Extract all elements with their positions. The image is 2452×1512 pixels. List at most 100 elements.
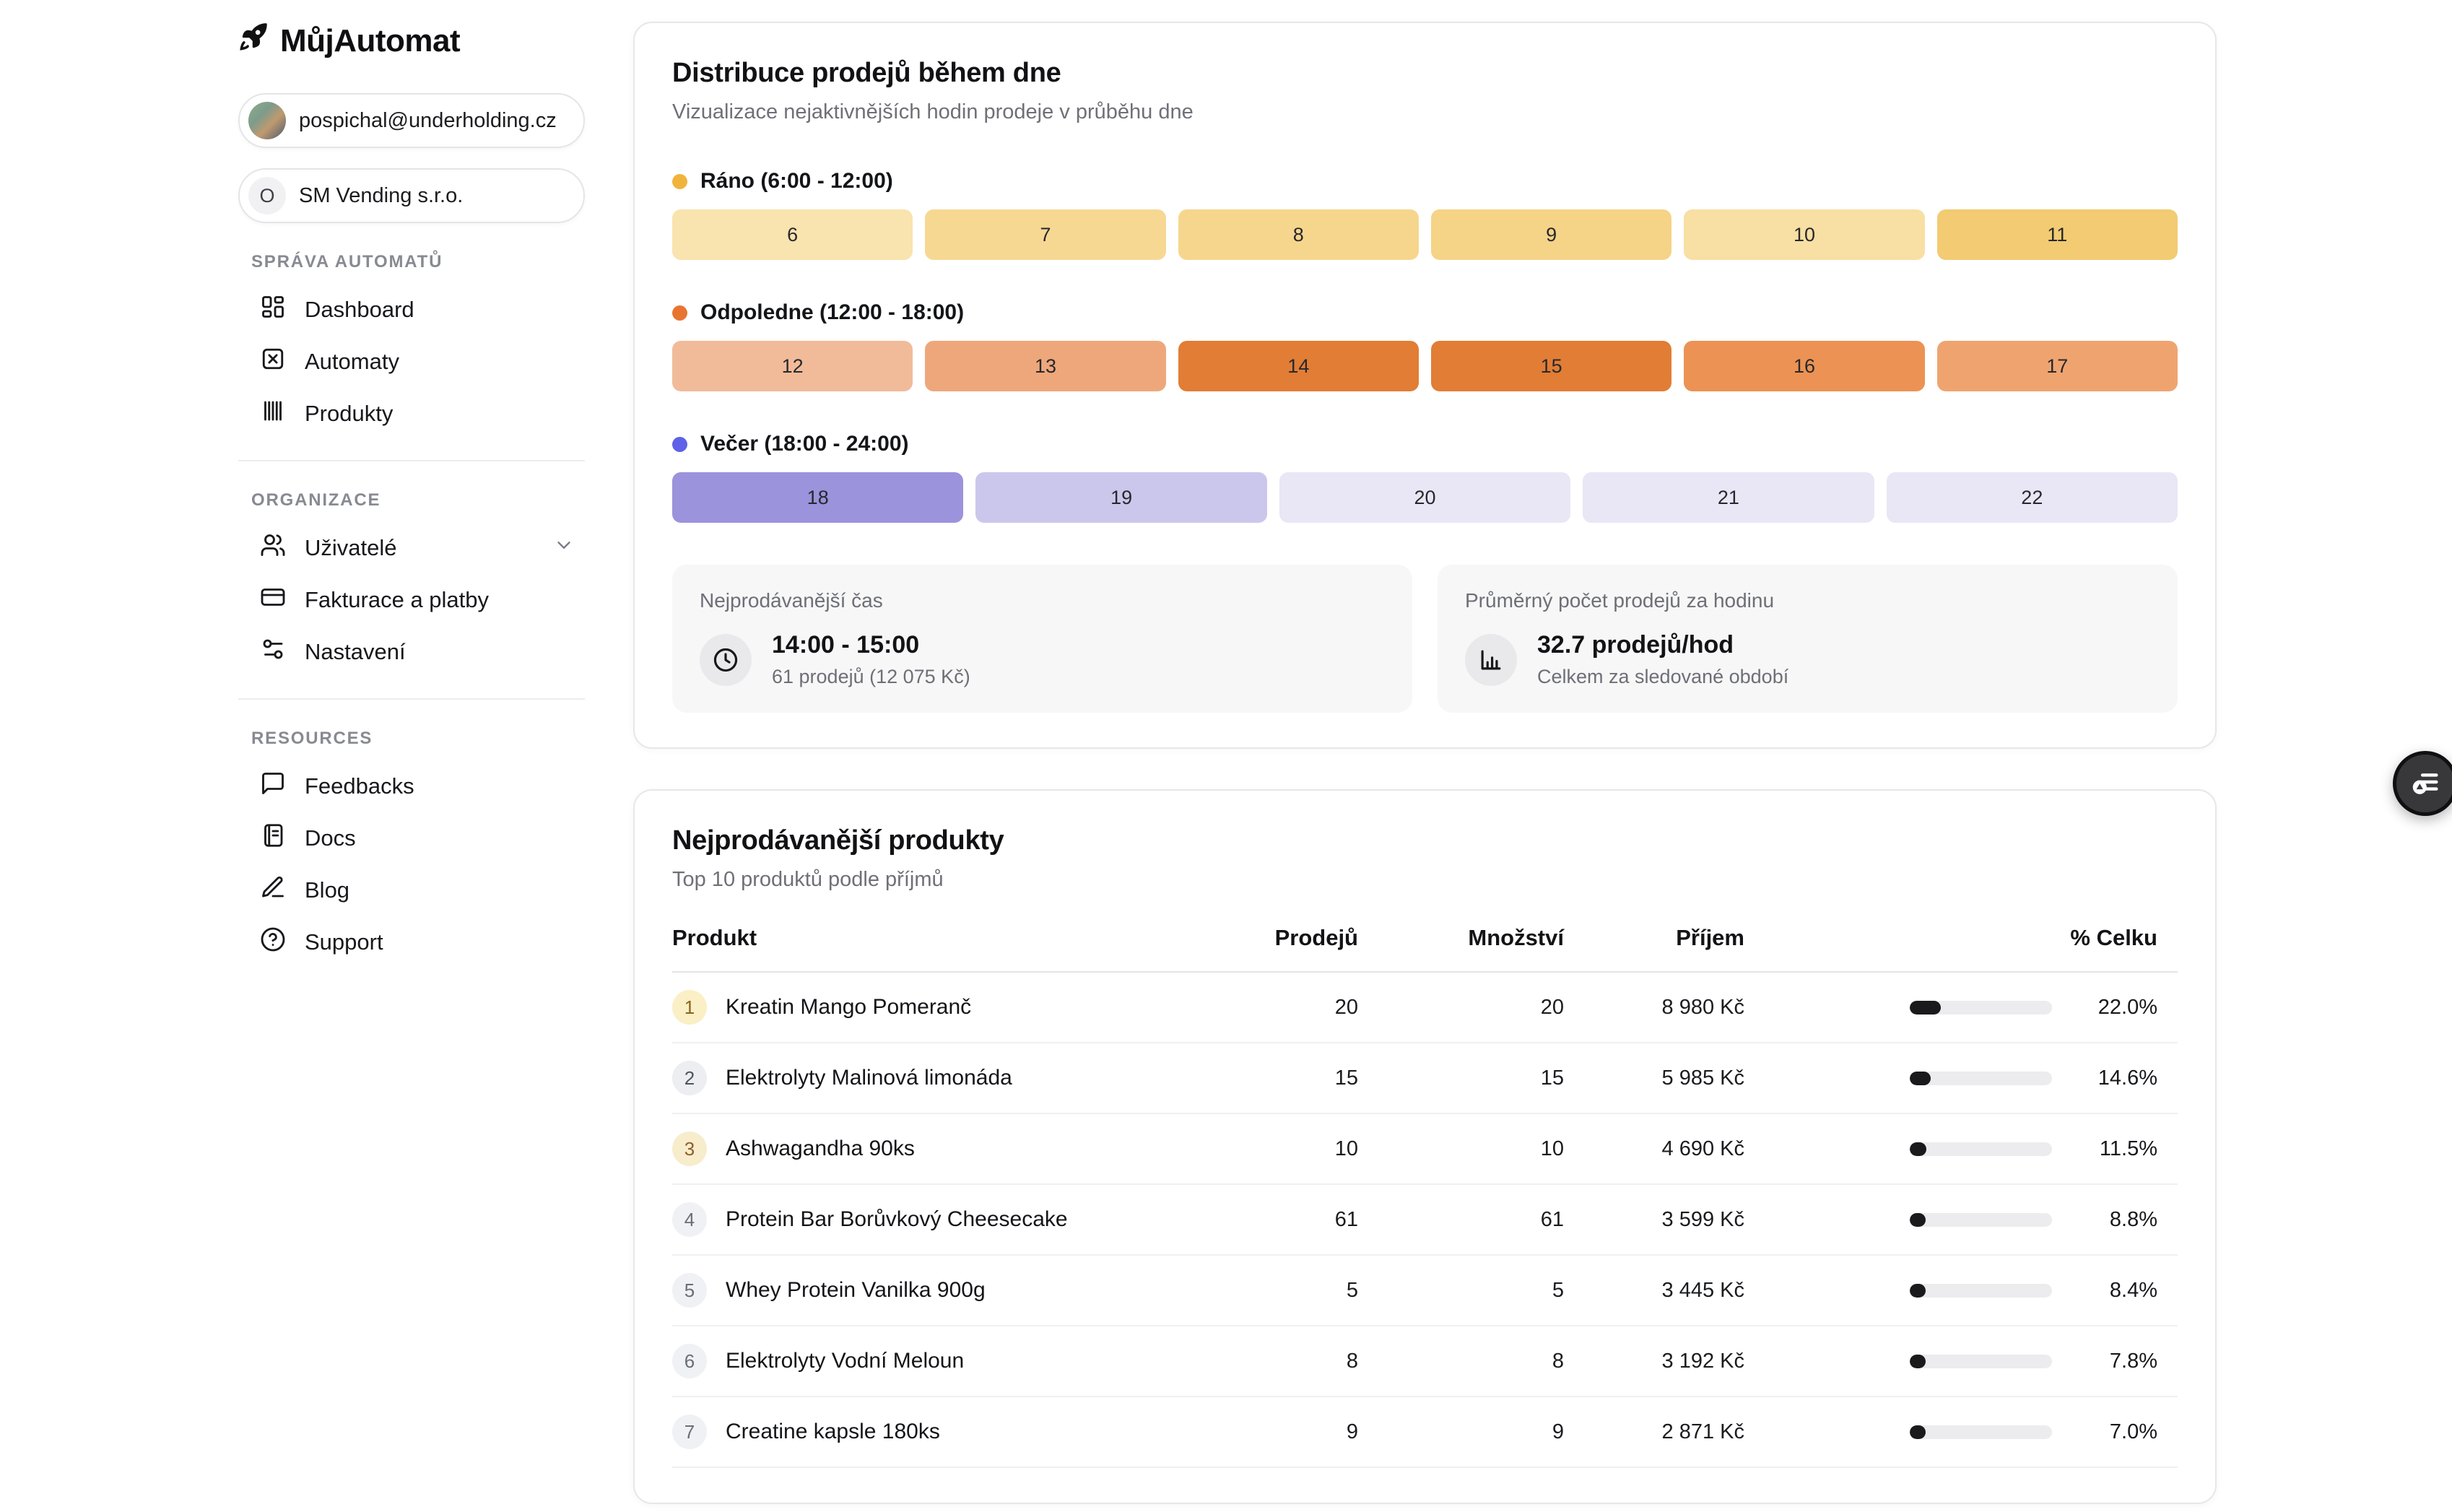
- sales-value: 5: [1142, 1279, 1358, 1303]
- hour-group-label: Ráno (6:00 - 12:00): [672, 169, 2178, 194]
- hour-block-14[interactable]: 14: [1178, 341, 1419, 391]
- sidebar-section-organization: ORGANIZACE: [238, 490, 585, 510]
- hour-block-10[interactable]: 10: [1684, 209, 1924, 260]
- sidebar-item-automaty[interactable]: Automaty: [238, 336, 585, 388]
- table-row[interactable]: 7Creatine kapsle 180ks992 871 Kč7.0%: [672, 1397, 2178, 1468]
- hour-block-15[interactable]: 15: [1431, 341, 1671, 391]
- table-header: Produkt Prodejů Množství Příjem % Celku: [672, 925, 2178, 973]
- sidebar-item-dashboard[interactable]: Dashboard: [238, 284, 585, 336]
- sidebar-item-uzivatele[interactable]: Uživatelé: [238, 522, 585, 574]
- stat-avg-sales: Průměrný počet prodejů za hodinu 32.7 pr…: [1438, 565, 2178, 713]
- rank-badge: 5: [672, 1273, 707, 1308]
- share-bar: [1910, 1072, 2052, 1085]
- share-bar: [1910, 1001, 2052, 1014]
- hour-block-21[interactable]: 21: [1583, 472, 1874, 523]
- table-row[interactable]: 3Ashwagandha 90ks10104 690 Kč11.5%: [672, 1114, 2178, 1185]
- stat-sub: 61 prodejů (12 075 Kč): [772, 666, 970, 688]
- book-icon: [260, 822, 286, 854]
- table-row[interactable]: 4Protein Bar Borůvkový Cheesecake61613 5…: [672, 1185, 2178, 1256]
- dashboard-icon: [260, 294, 286, 326]
- table-row[interactable]: 1Kreatin Mango Pomeranč20208 980 Kč22.0%: [672, 973, 2178, 1043]
- floating-widget-button[interactable]: [2393, 751, 2452, 816]
- product-name: Creatine kapsle 180ks: [726, 1420, 940, 1444]
- hour-block-11[interactable]: 11: [1937, 209, 2178, 260]
- product-name: Kreatin Mango Pomeranč: [726, 995, 971, 1020]
- sidebar-item-label: Automaty: [305, 349, 399, 375]
- stat-value: 14:00 - 15:00: [772, 631, 970, 659]
- sidebar-item-label: Docs: [305, 825, 356, 851]
- sidebar-item-docs[interactable]: Docs: [238, 812, 585, 864]
- credit-card-icon: [260, 584, 286, 616]
- rocket-icon: [238, 22, 269, 60]
- hour-block-17[interactable]: 17: [1937, 341, 2178, 391]
- hour-block-18[interactable]: 18: [672, 472, 963, 523]
- hour-block-9[interactable]: 9: [1431, 209, 1671, 260]
- sidebar-item-produkty[interactable]: Produkty: [238, 388, 585, 440]
- share-bar: [1910, 1284, 2052, 1298]
- sidebar-item-label: Feedbacks: [305, 773, 414, 799]
- sales-value: 15: [1142, 1066, 1358, 1090]
- organization-switcher[interactable]: O SM Vending s.r.o.: [238, 168, 585, 223]
- organization-avatar: O: [248, 177, 286, 214]
- hour-block-12[interactable]: 12: [672, 341, 913, 391]
- hour-block-19[interactable]: 19: [975, 472, 1266, 523]
- bar-chart-icon: [1465, 634, 1517, 686]
- hour-block-8[interactable]: 8: [1178, 209, 1419, 260]
- quantity-value: 15: [1358, 1066, 1564, 1090]
- revenue-value: 3 599 Kč: [1564, 1208, 1744, 1232]
- rank-badge: 3: [672, 1131, 707, 1166]
- hour-group: Odpoledne (12:00 - 18:00)121314151617: [672, 300, 2178, 391]
- hour-block-13[interactable]: 13: [925, 341, 1165, 391]
- product-name: Elektrolyty Malinová limonáda: [726, 1066, 1012, 1090]
- distribution-card: Distribuce prodejů během dne Vizualizace…: [633, 22, 2217, 749]
- quantity-value: 5: [1358, 1279, 1564, 1303]
- sales-value: 10: [1142, 1137, 1358, 1161]
- rank-badge: 6: [672, 1344, 707, 1378]
- hour-block-6[interactable]: 6: [672, 209, 913, 260]
- product-name: Whey Protein Vanilka 900g: [726, 1278, 986, 1303]
- users-icon: [260, 532, 286, 564]
- column-header-prijem: Příjem: [1564, 925, 1744, 951]
- sidebar-item-nastaveni[interactable]: Nastavení: [238, 626, 585, 678]
- hour-block-20[interactable]: 20: [1279, 472, 1570, 523]
- hour-group: Ráno (6:00 - 12:00) 6789 10 11: [672, 169, 2178, 260]
- chevron-down-icon: [553, 534, 575, 562]
- distribution-card-title: Distribuce prodejů během dne: [672, 58, 2178, 89]
- clock-icon: [700, 634, 752, 686]
- hour-group-label: Večer (18:00 - 24:00): [672, 432, 2178, 456]
- pen-icon: [260, 874, 286, 906]
- help-circle-icon: [260, 926, 286, 958]
- hour-group-label: Odpoledne (12:00 - 18:00): [672, 300, 2178, 325]
- stat-value: 32.7 prodejů/hod: [1537, 631, 1788, 659]
- stat-sub: Celkem za sledované období: [1537, 666, 1788, 688]
- table-row[interactable]: 5Whey Protein Vanilka 900g553 445 Kč8.4%: [672, 1256, 2178, 1326]
- app-root: MůjAutomat pospichal@underholding.cz O S…: [0, 0, 2452, 1504]
- hour-distribution: Ráno (6:00 - 12:00) 6789 10 11 Odpoledne (12…: [672, 169, 2178, 523]
- share-value: 8.4%: [2078, 1279, 2157, 1303]
- account-switcher[interactable]: pospichal@underholding.cz: [238, 93, 585, 148]
- revenue-value: 4 690 Kč: [1564, 1137, 1744, 1161]
- table-row[interactable]: 2Elektrolyty Malinová limonáda15155 985 …: [672, 1043, 2178, 1114]
- hour-blocks-row: 1819 20 21 22: [672, 472, 2178, 523]
- sidebar-item-support[interactable]: Support: [238, 916, 585, 968]
- sidebar-item-feedbacks[interactable]: Feedbacks: [238, 760, 585, 812]
- rank-badge: 7: [672, 1415, 707, 1449]
- share-bar: [1910, 1213, 2052, 1227]
- sidebar-item-label: Produkty: [305, 401, 393, 427]
- column-header-produkt: Produkt: [672, 925, 1142, 951]
- rank-badge: 2: [672, 1061, 707, 1095]
- sidebar-item-blog[interactable]: Blog: [238, 864, 585, 916]
- sidebar-item-fakturace[interactable]: Fakturace a platby: [238, 574, 585, 626]
- column-header-prodeju: Prodejů: [1142, 925, 1358, 951]
- table-row[interactable]: 6Elektrolyty Vodní Meloun883 192 Kč7.8%: [672, 1326, 2178, 1397]
- hour-blocks-row: 121314151617: [672, 341, 2178, 391]
- app-logo[interactable]: MůjAutomat: [238, 22, 585, 60]
- quantity-value: 10: [1358, 1137, 1564, 1161]
- account-email: pospichal@underholding.cz: [299, 109, 557, 133]
- hour-block-7[interactable]: 7: [925, 209, 1165, 260]
- hour-block-16[interactable]: 16: [1684, 341, 1924, 391]
- hour-group: Večer (18:00 - 24:00) 1819 20 21 22: [672, 432, 2178, 523]
- rank-badge: 1: [672, 990, 707, 1025]
- hour-block-22[interactable]: 22: [1887, 472, 2178, 523]
- rank-badge: 4: [672, 1202, 707, 1237]
